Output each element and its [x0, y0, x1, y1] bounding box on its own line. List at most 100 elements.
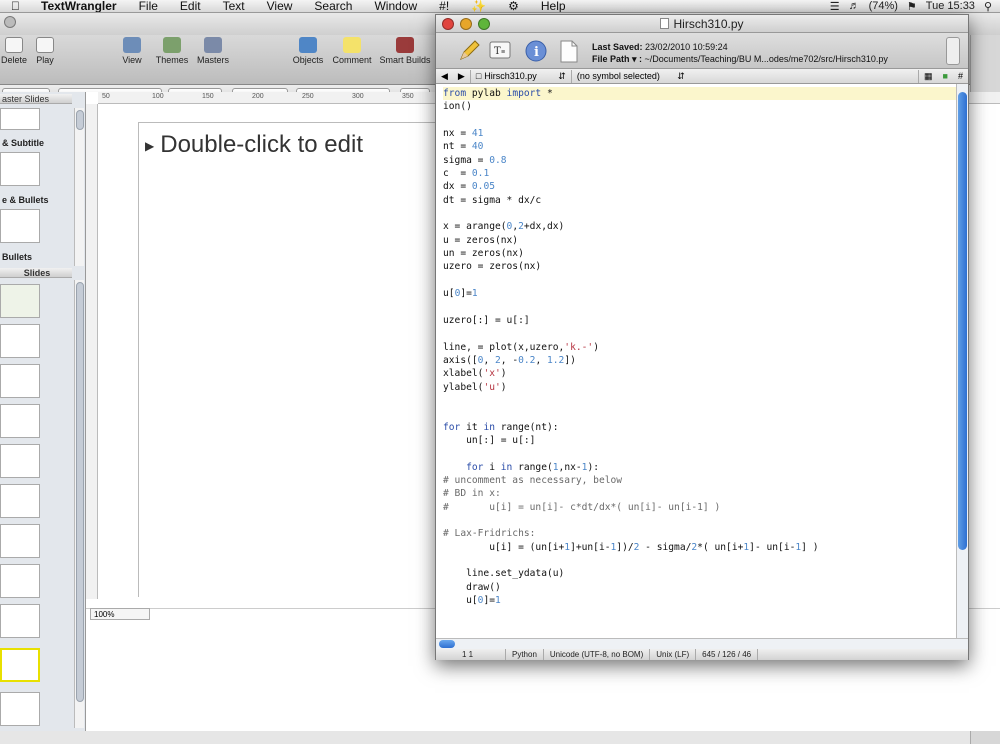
line-endings-popup[interactable]: Unix (LF)	[650, 649, 697, 660]
delete-button[interactable]: Delete	[0, 37, 28, 65]
code-text[interactable]: from pylab import *ion()​nx = 41nt = 40s…	[436, 84, 956, 607]
pencil-button[interactable]	[456, 39, 482, 63]
apple-menu-icon[interactable]: 	[0, 0, 31, 12]
menu-script-icon[interactable]: ✨	[460, 0, 497, 12]
slides-scrollbar[interactable]	[74, 280, 84, 728]
slides-scroll-knob[interactable]	[76, 282, 84, 702]
code-line[interactable]: un[:] = u[:]	[443, 434, 956, 447]
code-line[interactable]: u[0]=1	[443, 287, 956, 300]
master-scrollbar[interactable]	[74, 108, 84, 266]
forward-arrow-icon[interactable]: ▶	[453, 71, 470, 82]
clock[interactable]: Tue 15:33	[926, 0, 975, 12]
flag-icon[interactable]: ⚑	[907, 0, 917, 13]
view-button[interactable]: View	[117, 37, 147, 65]
menu-scripts[interactable]: #!	[428, 0, 460, 12]
slide[interactable]: ▶ Double-click to edit	[138, 122, 468, 597]
slide-thumb-selected[interactable]	[0, 648, 40, 682]
volume-icon[interactable]: ♬	[849, 0, 860, 12]
menu-view[interactable]: View	[256, 0, 304, 12]
menu-edit[interactable]: Edit	[169, 0, 212, 12]
encoding-popup[interactable]: Unicode (UTF-8, no BOM)	[544, 649, 651, 660]
cursor-position[interactable]: 1 1	[436, 649, 506, 660]
code-line[interactable]: ylabel('u')	[443, 381, 956, 394]
menu-window[interactable]: Window	[363, 0, 428, 12]
menu-app-name[interactable]: TextWrangler	[31, 0, 128, 12]
code-line[interactable]: line, = plot(x,uzero,'k.-')	[443, 341, 956, 354]
slide-thumb[interactable]	[0, 364, 40, 398]
master-scroll-knob[interactable]	[76, 110, 84, 130]
comment-button[interactable]: Comment	[330, 37, 374, 65]
slide-thumb[interactable]	[0, 524, 40, 558]
code-line[interactable]: c = 0.1	[443, 167, 956, 180]
code-line[interactable]: ​	[443, 447, 956, 460]
menu-search[interactable]: Search	[303, 0, 363, 12]
smart-builds-button[interactable]: Smart Builds	[377, 37, 433, 65]
code-line[interactable]: ​	[443, 207, 956, 220]
code-line[interactable]: ion()	[443, 100, 956, 113]
file-path-label[interactable]: File Path ▾ :	[592, 54, 642, 64]
code-line[interactable]: uzero[:] = u[:]	[443, 314, 956, 327]
code-line[interactable]: axis([0, 2, -0.2, 1.2])	[443, 354, 956, 367]
menu-text[interactable]: Text	[212, 0, 256, 12]
info-button[interactable]: i	[524, 39, 550, 63]
code-line[interactable]: ​	[443, 394, 956, 407]
menu-gear-icon[interactable]: ⚙	[497, 0, 530, 12]
code-line[interactable]: u[i] = (un[i+1]+un[i-1])/2 - sigma/2*( u…	[443, 541, 956, 554]
master-thumb[interactable]	[0, 152, 40, 186]
slide-title-placeholder[interactable]: ▶ Double-click to edit	[145, 131, 363, 159]
code-line[interactable]: for it in range(nt):	[443, 421, 956, 434]
wifi-icon[interactable]: ☰	[830, 0, 840, 13]
green-marker-icon[interactable]: ■	[938, 71, 953, 81]
code-line[interactable]: ​	[443, 327, 956, 340]
code-line[interactable]: ​	[443, 114, 956, 127]
vertical-scroll-knob[interactable]	[958, 92, 967, 550]
code-line[interactable]: dt = sigma * dx/c	[443, 194, 956, 207]
play-button[interactable]: Play	[32, 37, 58, 65]
slide-thumb[interactable]	[0, 404, 40, 438]
code-line[interactable]: # uncomment as necessary, below	[443, 474, 956, 487]
code-line[interactable]: draw()	[443, 581, 956, 594]
zoom-popup[interactable]: 100%	[90, 608, 150, 620]
code-line[interactable]: ​	[443, 554, 956, 567]
code-line[interactable]: from pylab import *	[443, 87, 956, 101]
code-line[interactable]: un = zeros(nx)	[443, 247, 956, 260]
code-editor[interactable]: from pylab import *ion()​nx = 41nt = 40s…	[436, 84, 956, 638]
slide-thumb[interactable]	[0, 564, 40, 598]
code-line[interactable]: line.set_ydata(u)	[443, 567, 956, 580]
code-line[interactable]: x = arange(0,2+dx,dx)	[443, 220, 956, 233]
code-line[interactable]: ​	[443, 301, 956, 314]
menu-file[interactable]: File	[128, 0, 169, 12]
keynote-close-button[interactable]	[4, 16, 16, 28]
file-popup[interactable]: □ Hirsch310.py ⇵	[471, 71, 571, 82]
slide-thumb[interactable]	[0, 484, 40, 518]
toolbar-toggle-button[interactable]	[946, 37, 960, 65]
code-line[interactable]: uzero = zeros(nx)	[443, 260, 956, 273]
slide-thumb[interactable]	[0, 692, 40, 726]
code-line[interactable]: ​	[443, 407, 956, 420]
code-line[interactable]: # Lax-Fridrichs:	[443, 527, 956, 540]
code-line[interactable]: nt = 40	[443, 140, 956, 153]
back-arrow-icon[interactable]: ◀	[436, 71, 453, 82]
function-menu-icon[interactable]: ▦	[919, 71, 938, 82]
code-line[interactable]: ​	[443, 274, 956, 287]
battery-status[interactable]: (74%)	[869, 0, 898, 12]
slide-thumb[interactable]	[0, 604, 40, 638]
code-line[interactable]: dx = 0.05	[443, 180, 956, 193]
themes-button[interactable]: Themes	[154, 37, 190, 65]
tw-titlebar[interactable]: Hirsch310.py	[436, 15, 968, 33]
masters-button[interactable]: Masters	[194, 37, 232, 65]
editor-horizontal-scrollbar[interactable]	[436, 638, 968, 649]
spotlight-icon[interactable]: ⚲	[984, 0, 992, 13]
horizontal-scroll-knob[interactable]	[439, 640, 455, 648]
code-line[interactable]: # u[i] = un[i]- c*dt/dx*( un[i]- un[i-1]…	[443, 501, 956, 514]
code-line[interactable]: u = zeros(nx)	[443, 234, 956, 247]
symbol-popup[interactable]: (no symbol selected) ⇵	[572, 71, 690, 82]
code-line[interactable]: # BD in x:	[443, 487, 956, 500]
code-line[interactable]: u[0]=1	[443, 594, 956, 607]
document-button[interactable]	[556, 39, 582, 63]
code-line[interactable]: nx = 41	[443, 127, 956, 140]
code-line[interactable]: for i in range(1,nx-1):	[443, 461, 956, 474]
master-thumb[interactable]	[0, 108, 40, 130]
code-line[interactable]: ​	[443, 514, 956, 527]
code-line[interactable]: sigma = 0.8	[443, 154, 956, 167]
